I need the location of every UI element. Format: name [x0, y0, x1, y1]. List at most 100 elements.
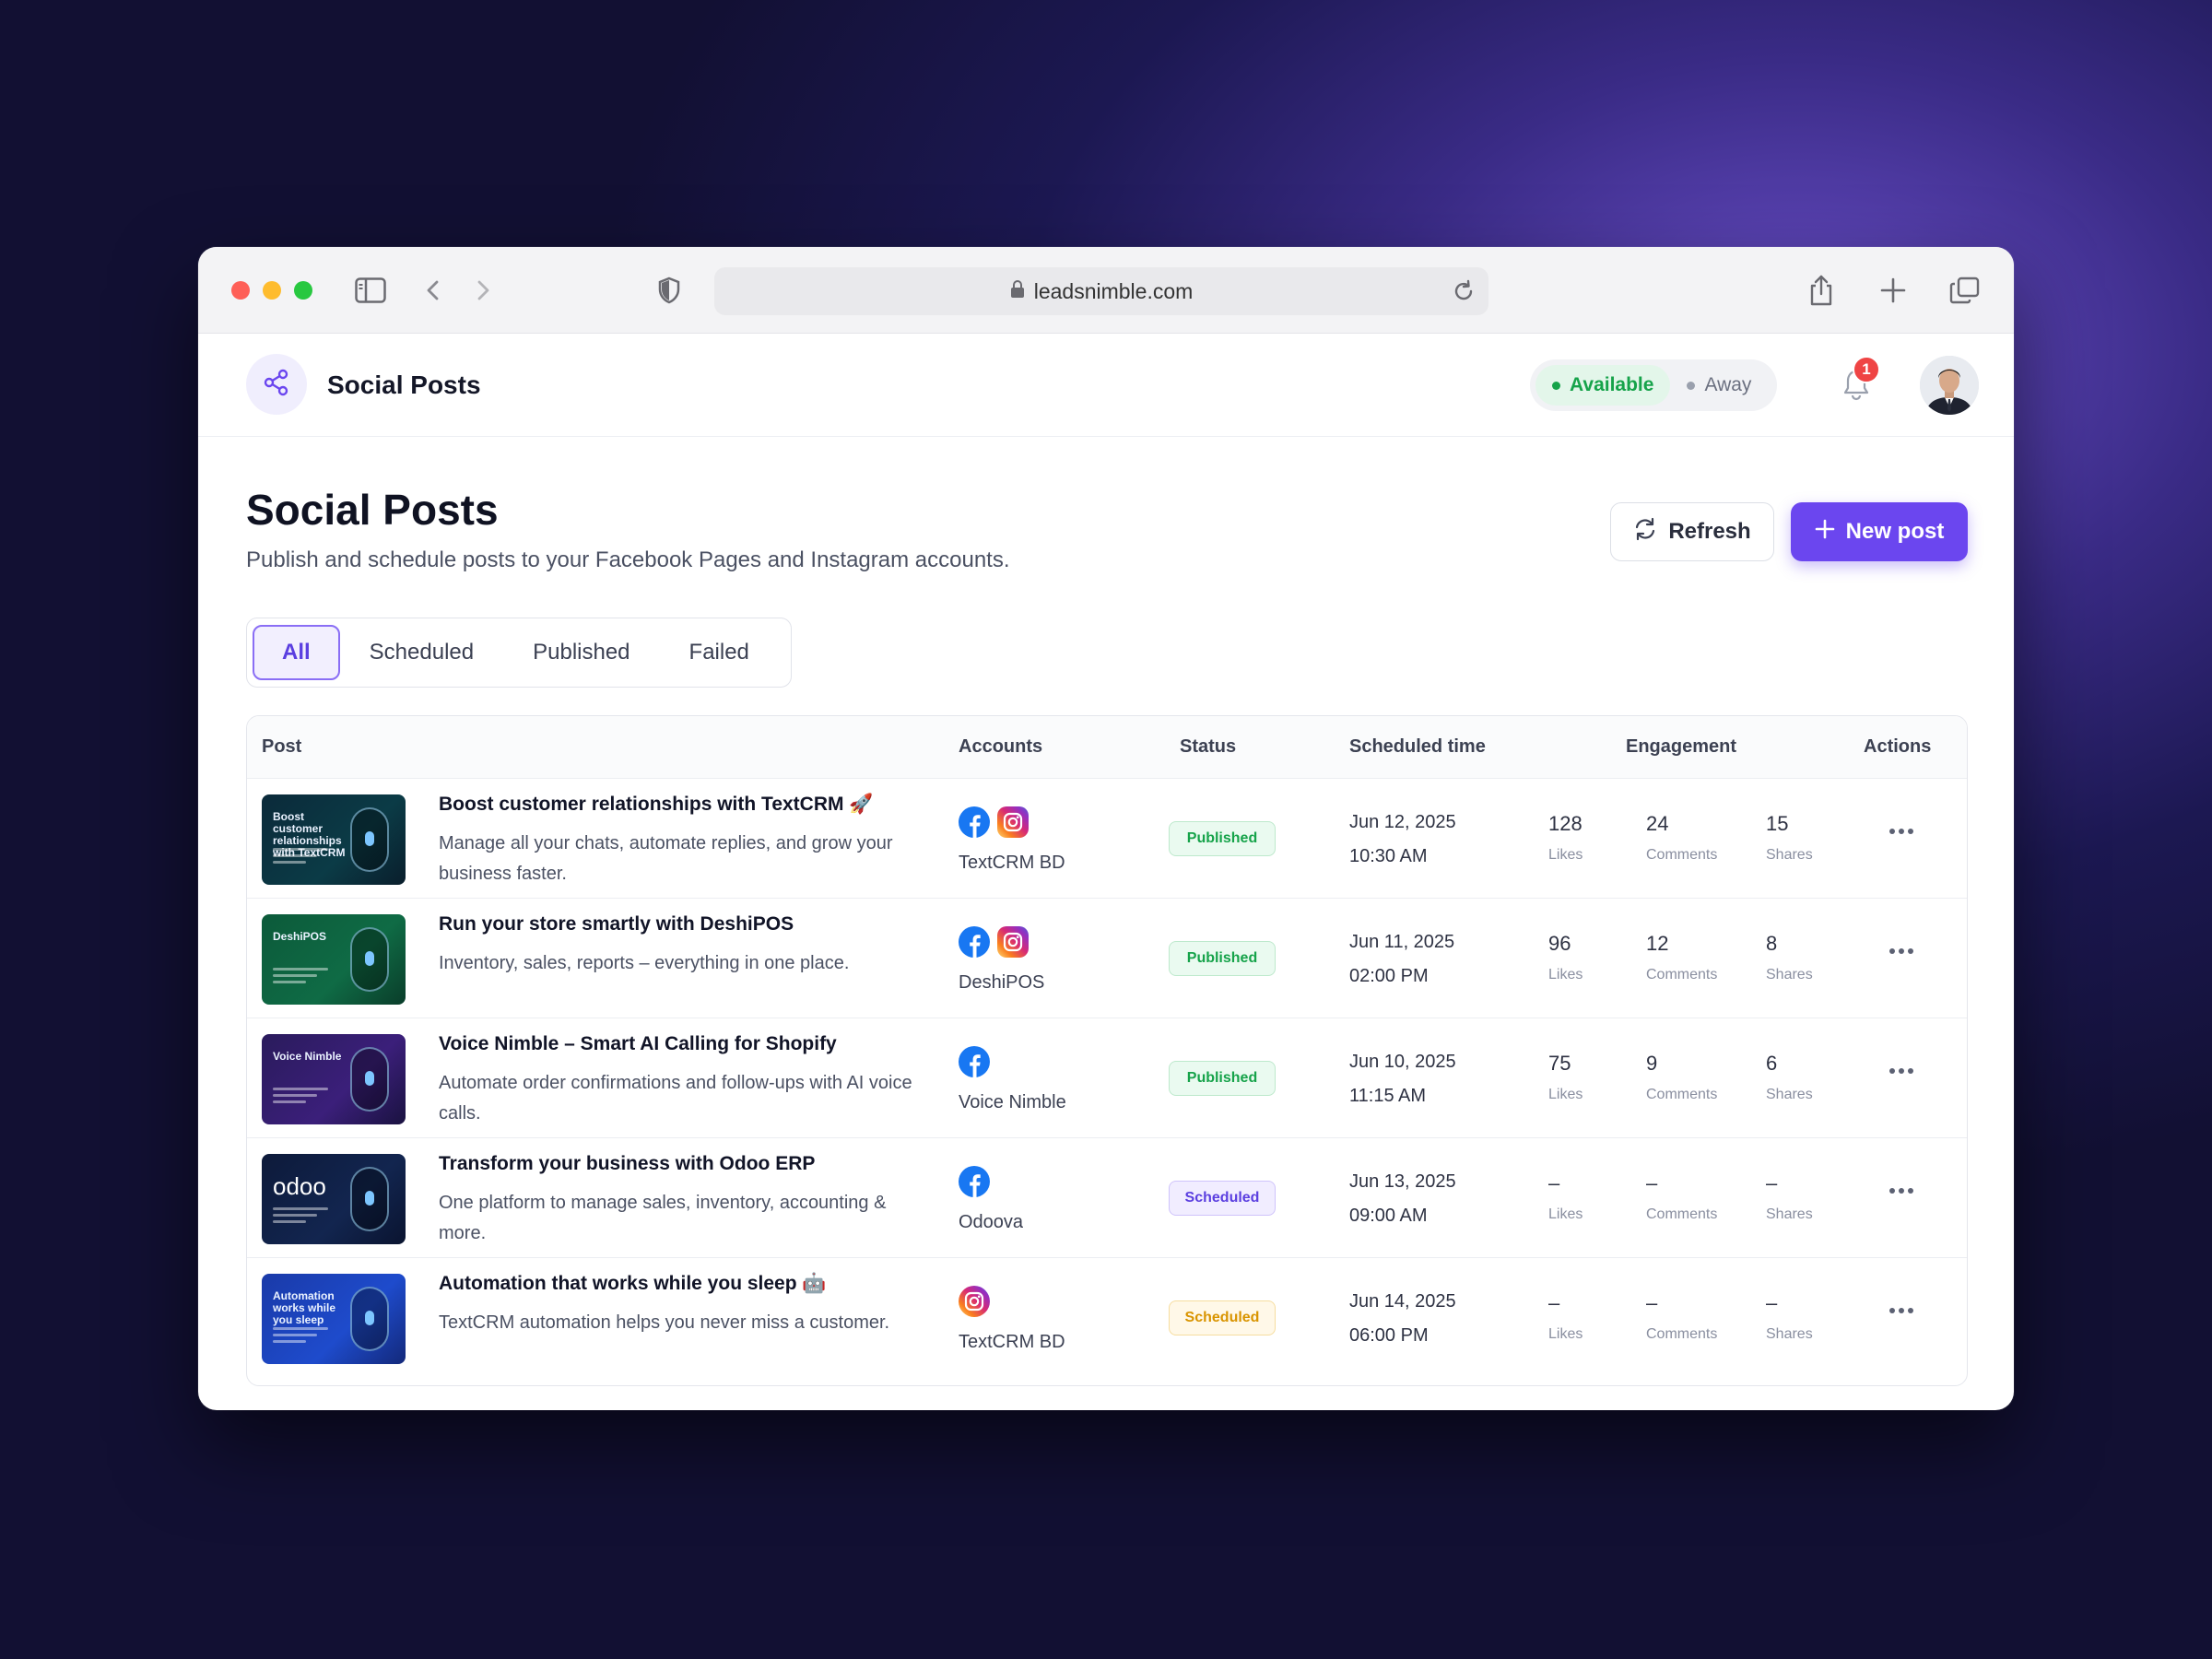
browser-toolbar: leadsnimble.com — [198, 247, 2014, 334]
tab-published[interactable]: Published — [503, 625, 659, 680]
column-header-actions: Actions — [1864, 736, 1932, 757]
status-badge: Scheduled — [1169, 1300, 1276, 1335]
status-dot — [1552, 381, 1560, 390]
comments-label: Comments — [1646, 967, 1718, 982]
table-row[interactable]: odoo Transform your business with Odoo E… — [247, 1138, 1967, 1258]
likes-label: Likes — [1548, 1326, 1583, 1342]
reload-icon[interactable] — [1452, 278, 1476, 310]
filter-tabs: All Scheduled Published Failed — [246, 618, 792, 688]
status-badge: Published — [1169, 941, 1276, 976]
thumbnail-caption: DeshiPOS — [273, 930, 327, 943]
minimize-window-button[interactable] — [263, 281, 281, 300]
scheduled-time: 09:00 AM — [1349, 1206, 1428, 1226]
post-thumbnail[interactable]: Voice Nimble — [262, 1034, 406, 1124]
table-row[interactable]: DeshiPOS Run your store smartly with Des… — [247, 899, 1967, 1018]
account-name: Odoova — [959, 1212, 1024, 1232]
address-bar[interactable]: leadsnimble.com — [714, 267, 1488, 315]
refresh-button[interactable]: Refresh — [1610, 502, 1774, 561]
account-icons: facebook — [959, 1166, 990, 1202]
scheduled-date: Jun 13, 2025 — [1349, 1171, 1456, 1192]
scheduled-date: Jun 11, 2025 — [1349, 932, 1455, 952]
post-title[interactable]: Boost customer relationships with TextCR… — [439, 794, 873, 816]
engagement-likes: 128 Likes — [1548, 812, 1583, 864]
status-available-label: Available — [1570, 374, 1654, 395]
availability-toggle: Available Away — [1530, 359, 1777, 411]
shares-count: – — [1766, 1291, 1778, 1314]
account-name: TextCRM BD — [959, 853, 1065, 873]
status-away-option[interactable]: Away — [1670, 365, 1768, 406]
more-icon[interactable] — [1889, 1188, 1913, 1194]
table-row[interactable]: Voice Nimble Voice Nimble – Smart AI Cal… — [247, 1018, 1967, 1138]
forward-icon[interactable] — [473, 273, 493, 308]
instagram-icon — [959, 1286, 990, 1317]
post-thumbnail[interactable]: DeshiPOS — [262, 914, 406, 1005]
status-available-option[interactable]: Available — [1535, 365, 1671, 406]
more-icon[interactable] — [1889, 1068, 1913, 1074]
avatar[interactable] — [1920, 356, 1979, 415]
back-icon[interactable] — [423, 273, 443, 308]
comments-label: Comments — [1646, 1206, 1718, 1222]
post-thumbnail[interactable]: Boost customer relationships with TextCR… — [262, 794, 406, 885]
thumbnail-device — [350, 807, 389, 872]
tab-failed[interactable]: Failed — [660, 625, 779, 680]
account-icons: facebook — [959, 806, 1029, 842]
more-icon[interactable] — [1889, 1308, 1913, 1313]
browser-window: leadsnimble.com Social Posts Available A… — [198, 247, 2014, 1410]
post-description: One platform to manage sales, inventory,… — [439, 1193, 887, 1243]
status-badge: Scheduled — [1169, 1181, 1276, 1216]
thumbnail-device — [350, 1047, 389, 1112]
scheduled-time: 10:30 AM — [1349, 846, 1428, 866]
comments-label: Comments — [1646, 1326, 1718, 1342]
post-title[interactable]: Run your store smartly with DeshiPOS — [439, 913, 794, 935]
engagement-comments: – Comments — [1646, 1291, 1717, 1343]
account-icons — [959, 1286, 990, 1317]
more-icon[interactable] — [1889, 829, 1913, 834]
table-row[interactable]: Boost customer relationships with TextCR… — [247, 779, 1967, 899]
refresh-icon — [1633, 517, 1657, 547]
app-header: Social Posts Available Away 1 — [198, 334, 2014, 437]
sidebar-icon[interactable] — [355, 273, 386, 308]
page-subtitle: Publish and schedule posts to your Faceb… — [246, 547, 1010, 572]
post-thumbnail[interactable]: Automation works while you sleep — [262, 1274, 406, 1364]
post-title[interactable]: Transform your business with Odoo ERP — [439, 1153, 815, 1175]
posts-table: Post Accounts Status Scheduled time Enga… — [246, 715, 1968, 1386]
column-header-status: Status — [1180, 736, 1237, 757]
comments-label: Comments — [1646, 847, 1718, 863]
column-header-accounts: Accounts — [959, 736, 1043, 757]
post-thumbnail[interactable]: odoo — [262, 1154, 406, 1244]
tabs-icon[interactable] — [1949, 273, 1981, 308]
shares-count: – — [1766, 1171, 1778, 1194]
thumbnail-device — [350, 1167, 389, 1231]
share-out-icon[interactable] — [1807, 273, 1835, 308]
column-header-scheduled-time: Scheduled time — [1349, 736, 1486, 757]
post-description: TextCRM automation helps you never miss … — [439, 1312, 890, 1333]
maximize-window-button[interactable] — [294, 281, 312, 300]
more-icon[interactable] — [1889, 948, 1913, 954]
engagement-comments: 12 Comments — [1646, 932, 1717, 983]
page-title: Social Posts — [246, 486, 499, 534]
facebook-icon — [959, 1046, 990, 1082]
engagement-comments: – Comments — [1646, 1171, 1717, 1223]
thumbnail-caption: Voice Nimble — [273, 1050, 342, 1063]
engagement-shares: 8 Shares — [1766, 932, 1813, 983]
tab-all[interactable]: All — [253, 625, 340, 680]
new-post-button[interactable]: New post — [1791, 502, 1968, 561]
post-title[interactable]: Voice Nimble – Smart AI Calling for Shop… — [439, 1033, 837, 1055]
lock-icon — [1010, 279, 1025, 304]
close-window-button[interactable] — [231, 281, 250, 300]
comments-count: 12 — [1646, 932, 1669, 955]
status-badge: Published — [1169, 821, 1276, 856]
status-badge: Published — [1169, 1061, 1276, 1096]
new-tab-icon[interactable] — [1879, 273, 1907, 308]
instagram-icon — [997, 806, 1029, 838]
tab-scheduled[interactable]: Scheduled — [340, 625, 503, 680]
shares-label: Shares — [1766, 1087, 1813, 1102]
post-title[interactable]: Automation that works while you sleep 🤖 — [439, 1273, 827, 1295]
status-away-label: Away — [1704, 374, 1752, 395]
likes-label: Likes — [1548, 967, 1583, 982]
table-row[interactable]: Automation works while you sleep Automat… — [247, 1258, 1967, 1378]
instagram-icon — [997, 926, 1029, 958]
shield-icon[interactable] — [657, 273, 681, 308]
thumbnail-lines — [273, 848, 328, 867]
account-icons: facebook — [959, 926, 1029, 962]
